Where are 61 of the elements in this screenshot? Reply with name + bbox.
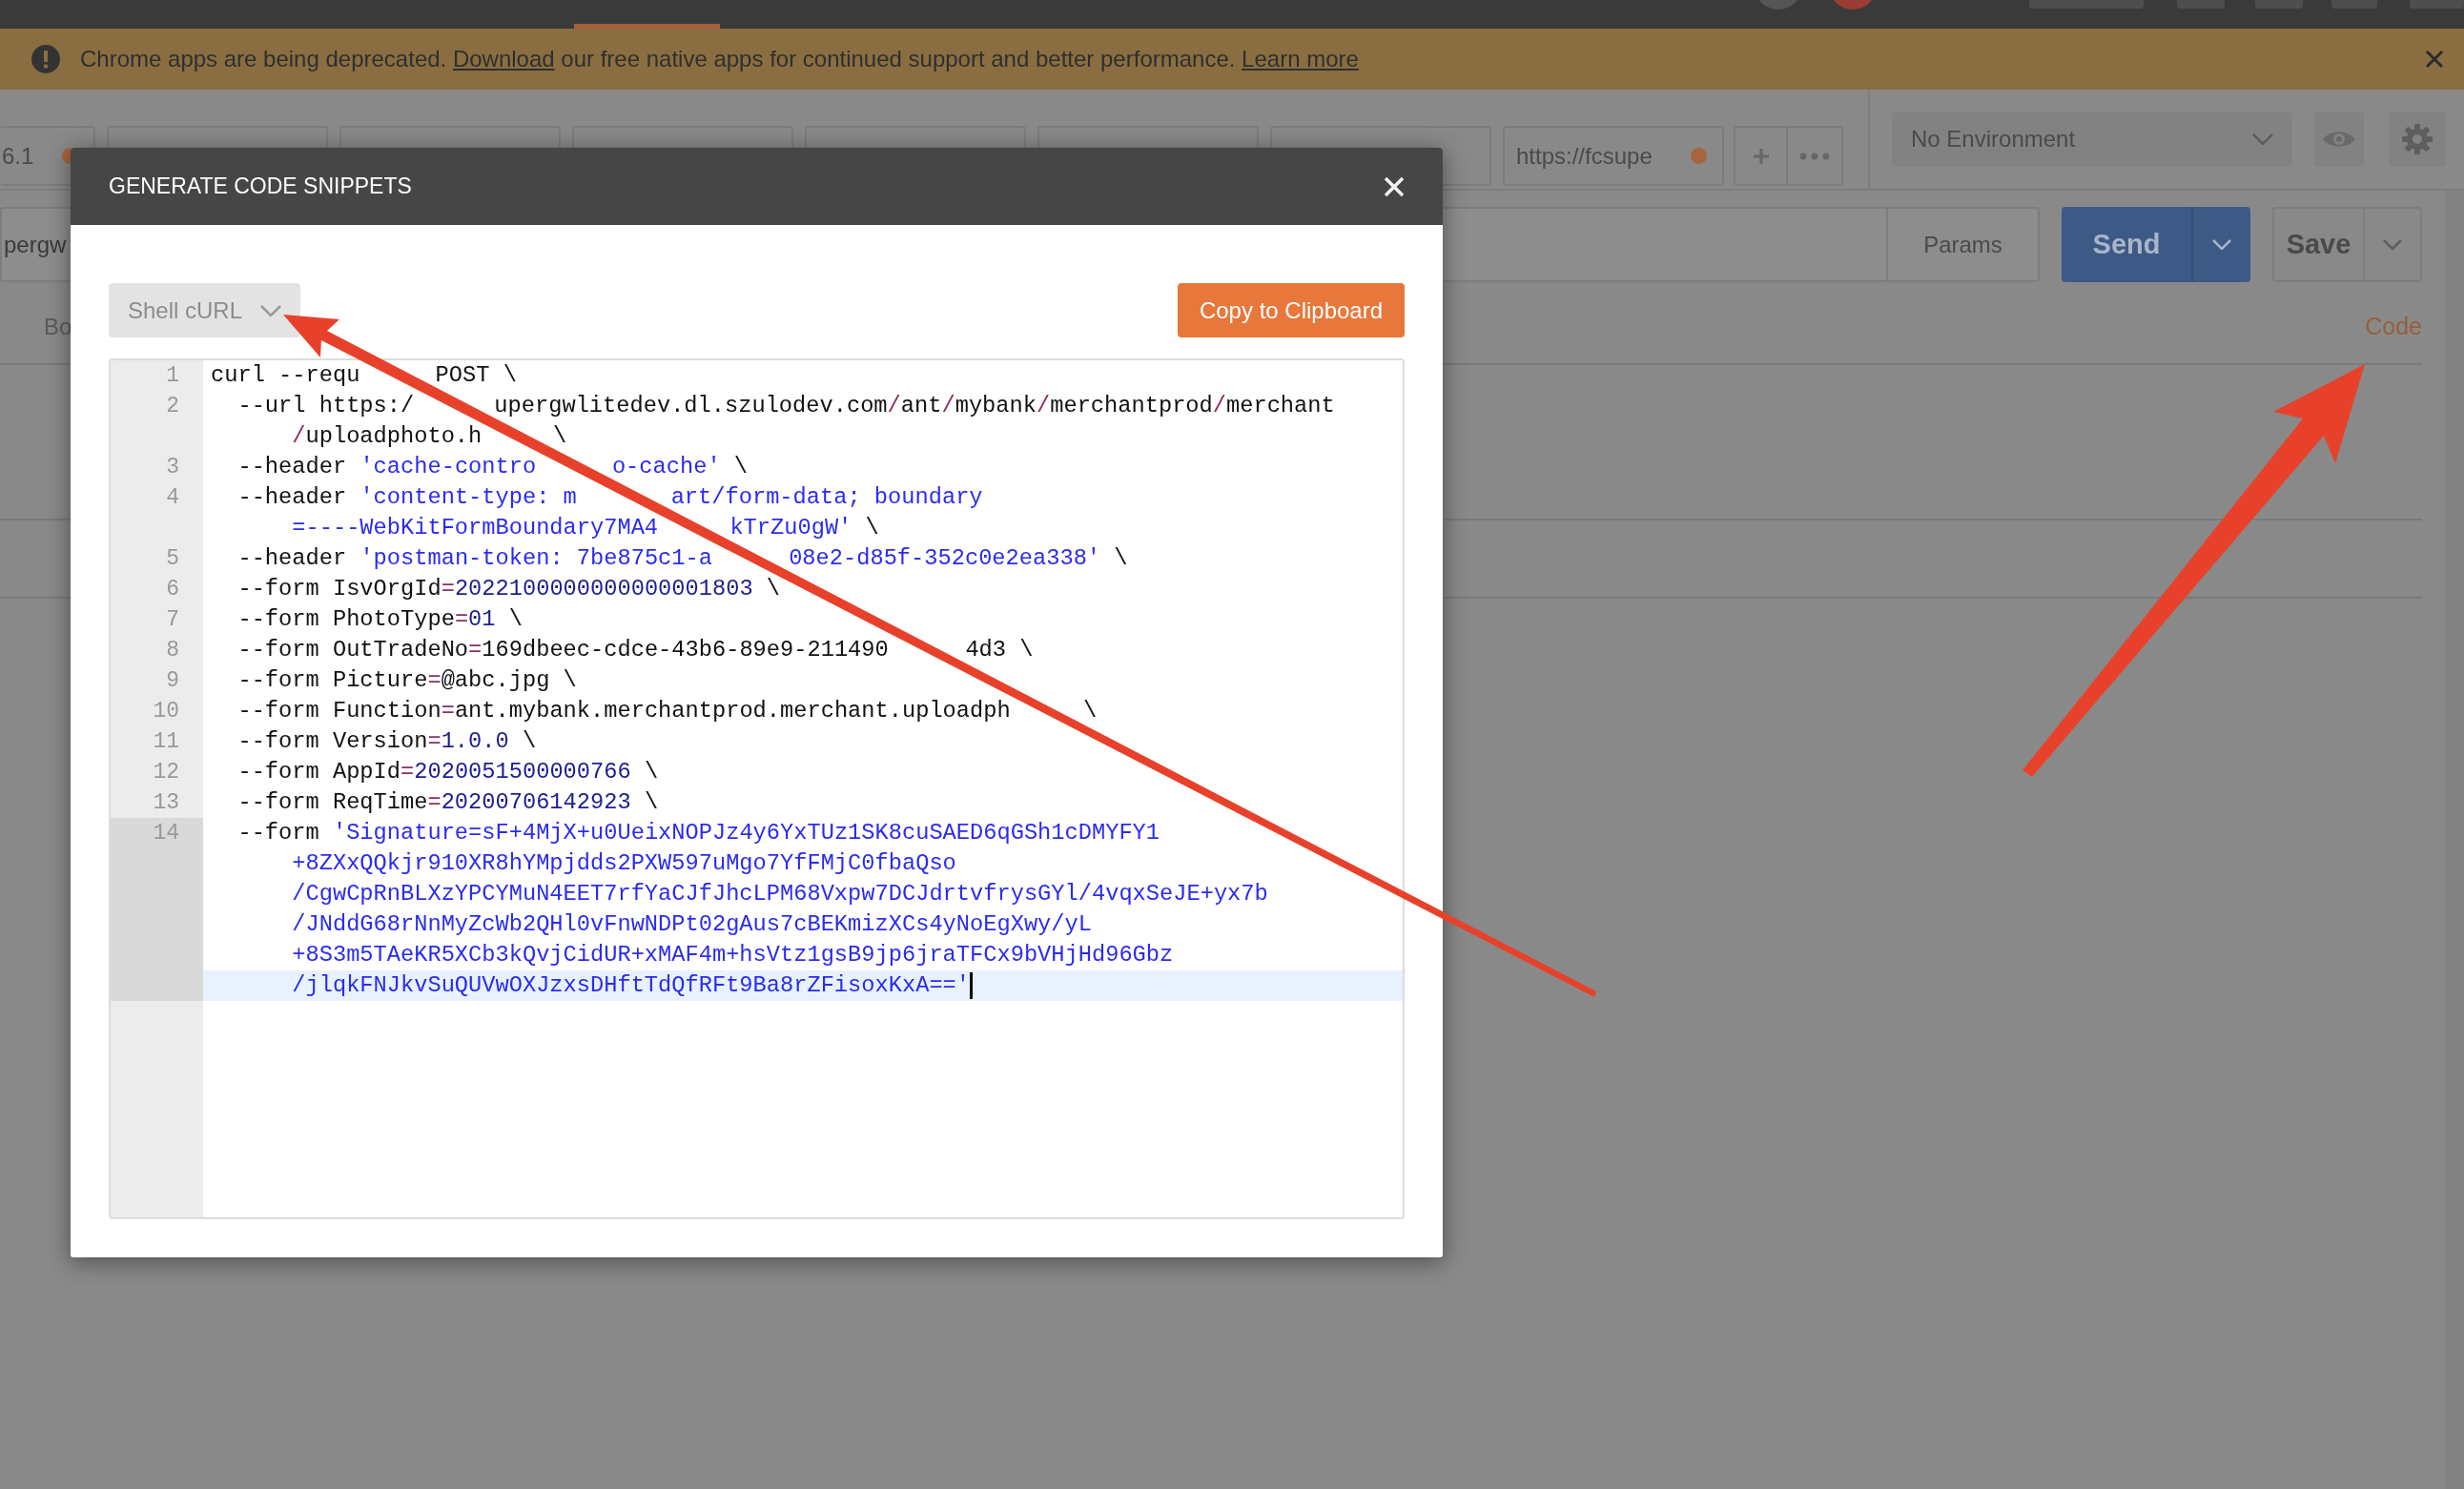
line-number: 9 [166, 667, 179, 695]
chevron-down-icon [2252, 133, 2273, 145]
code-line: --form ReqTime=20200706142923 \ [236, 788, 659, 817]
line-number: 8 [166, 637, 179, 664]
request-tab[interactable]: https://fcsupe [1503, 126, 1724, 186]
line-number: 5 [166, 545, 179, 573]
code-line: --form Function=ant.mybank.merchantprod.merchant.uploadph \ [236, 697, 1098, 725]
chevron-down-icon [2383, 239, 2402, 250]
line-number: 4 [166, 484, 179, 512]
code-line: --header 'content-type: m art/form-data; boundary [236, 483, 983, 512]
add-tab-button[interactable] [1734, 126, 1788, 186]
code-editor[interactable] [109, 358, 1405, 1219]
code-line: --header 'postman-token: 7be875c1-a 08e2-d85f-352c0e2ea338' \ [236, 544, 1128, 573]
code-line: --form Version=1.0.0 \ [236, 727, 537, 756]
settings-button[interactable] [2389, 112, 2446, 167]
code-link[interactable]: Code [2365, 308, 2422, 345]
settings-icon [2401, 123, 2433, 155]
eye-button[interactable] [2314, 112, 2364, 167]
line-number: 14 [153, 820, 179, 847]
line-number: 12 [153, 759, 179, 786]
more-icon [1799, 152, 1830, 160]
banner-link[interactable]: Learn more [1242, 46, 1359, 71]
code-line: /jlqkFNJkvSuQUVwOXJzxsDHftTdQfRFt9Ba8rZFisoxKxA==' [291, 971, 971, 1000]
warning-icon [31, 44, 61, 74]
code-line: curl --requ POST \ [211, 361, 517, 390]
code-line: /JNddG68rNnMyZcWb2QHl0vFnwNDPt02gAus7cBEKmizXCs4yNoEgXwy/yL [291, 910, 1092, 939]
chevron-down-icon [260, 304, 281, 316]
code-line: --form PhotoType=01 \ [236, 605, 523, 634]
copy-to-clipboard-button[interactable]: Copy to Clipboard [1178, 283, 1405, 337]
dialog-title: GENERATE CODE SNIPPETS [109, 173, 413, 201]
code-line: --form 'Signature=sF+4MjX+u0UeixNOPJz4y6YxTUz1SK8cuSAED6qGSh1cDMYFY1 [236, 819, 1160, 847]
line-number: 2 [166, 393, 179, 420]
code-line: --form OutTradeNo=169dbeec-cdce-43b6-89e9-211490 4d3 \ [236, 636, 1034, 664]
banner-message: Chrome apps are being deprecated. Download our free native apps for continued support and better performance. Learn more [80, 45, 1359, 73]
line-number: 11 [153, 728, 179, 756]
tab-label: 6.1 [2, 141, 34, 171]
tab-label: https://fcsupe [1516, 141, 1653, 171]
line-number: 7 [166, 606, 179, 634]
banner-link[interactable]: Download [452, 46, 555, 71]
code-line: +8S3m5TAeKR5XCb3kQvjCidUR+xMAF4m+hsVtz1gsB9jp6jraTFCx9bVHjHd96Gbz [291, 941, 1174, 969]
line-number: 10 [153, 698, 179, 725]
code-line: --form AppId=2020051500000766 \ [236, 758, 659, 786]
code-line: /CgwCpRnBLXzYPCYMuN4EET7rfYaCJfJhcLPM68Vxpw7DCJdrtvfrysGYl/4vqxSeJE+yx7b [291, 880, 1268, 908]
line-number: 1 [166, 362, 179, 390]
more-tabs-button[interactable] [1788, 126, 1843, 186]
line-number: 13 [153, 789, 179, 817]
code-line: --form IsvOrgId=2022100000000000001803 \ [236, 575, 781, 603]
plus-icon [1752, 147, 1770, 165]
language-dropdown[interactable]: Shell cURL [109, 283, 300, 337]
code-line: --header 'cache-contro o-cache' \ [236, 453, 749, 481]
code-line: =----WebKitFormBoundary7MA4 kTrZu0gW' \ [291, 514, 879, 542]
line-number: 6 [166, 576, 179, 603]
environment-dropdown[interactable]: No Environment [1892, 112, 2292, 167]
params-button[interactable]: Params [1886, 207, 2040, 282]
code-line: /uploadphoto.h \ [291, 422, 567, 451]
text-cursor [970, 972, 974, 999]
code-line: +8ZXxQQkjr910XR8hYMpjdds2PXW597uMgo7YfFMjC0fbaQso [291, 849, 956, 878]
chevron-down-icon [2212, 239, 2231, 250]
code-line: --form Picture=@abc.jpg \ [236, 666, 577, 695]
line-number: 3 [166, 454, 179, 481]
code-line: --url https:/ upergwlitedev.dl.szulodev.com/ant/mybank/merchantprod/merchant [236, 392, 1335, 420]
